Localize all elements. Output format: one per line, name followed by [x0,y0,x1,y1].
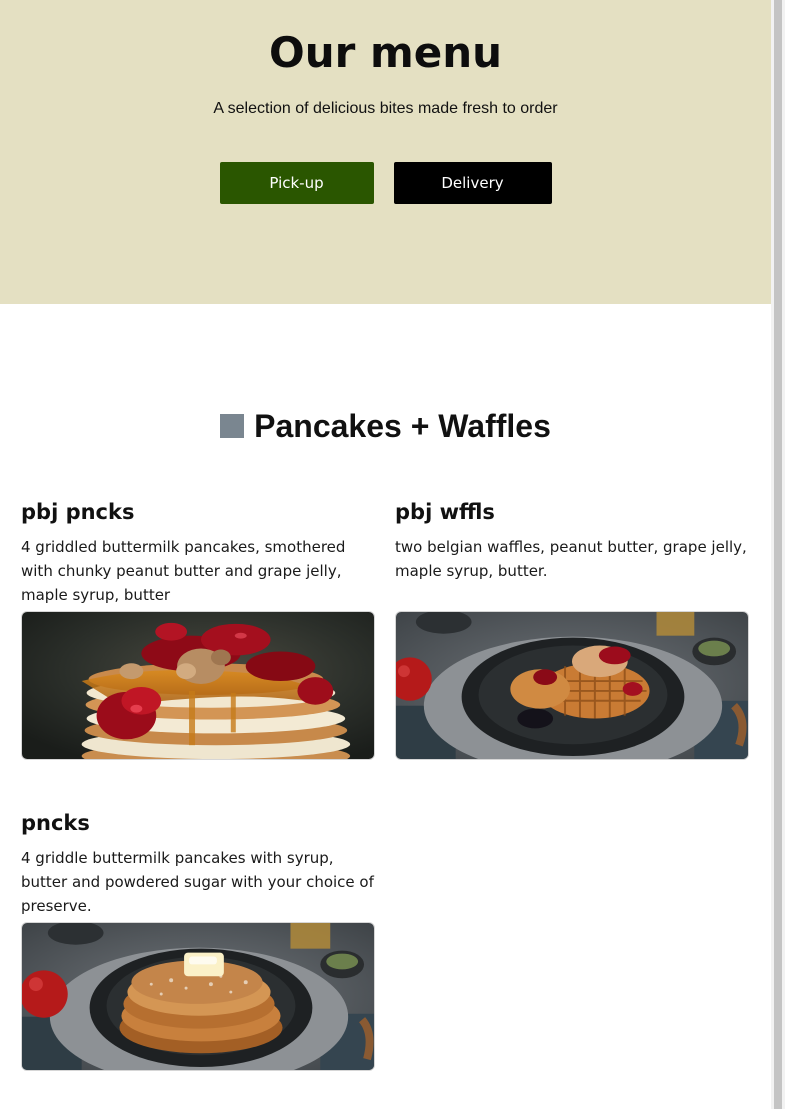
pickup-button[interactable]: Pick-up [219,162,374,204]
hero-banner: Our menu A selection of delicious bites … [0,0,771,304]
menu-items-grid: pbj pncks 4 griddled buttermilk pancakes… [21,499,750,1071]
menu-page: Our menu A selection of delicious bites … [0,0,771,1109]
pancake-stack-with-jelly-photo[interactable] [21,611,375,760]
delivery-button[interactable]: Delivery [393,162,552,204]
item-name: pbj wffls [395,500,495,524]
page-title: Our menu [269,28,502,77]
square-icon [220,414,245,438]
menu-item-pncks[interactable]: pncks 4 griddle buttermilk pancakes with… [21,810,375,1071]
page-subtitle: A selection of delicious bites made fres… [213,100,558,117]
section-title: Pancakes + Waffles [254,407,551,444]
scrollbar-thumb[interactable] [774,0,782,1109]
item-description: 4 griddled buttermilk pancakes, smothere… [21,538,346,604]
item-description: 4 griddle buttermilk pancakes with syrup… [21,849,374,915]
menu-item-pbj-pncks[interactable]: pbj pncks 4 griddled buttermilk pancakes… [21,499,375,760]
item-name: pncks [21,811,90,835]
page-scrollbar[interactable] [771,0,785,1109]
item-description: two belgian waffles, peanut butter, grap… [395,538,747,580]
pancakes-waffles-section: Pancakes + Waffles pbj pncks 4 griddled … [0,304,771,1071]
menu-item-pbj-wffls[interactable]: pbj wffls two belgian waffles, peanut bu… [395,499,749,760]
waffles-on-plate-photo[interactable] [395,611,749,760]
item-name: pbj pncks [21,500,135,524]
section-heading: Pancakes + Waffles [21,406,750,446]
pancakes-on-plate-photo[interactable] [21,922,375,1071]
order-type-buttons: Pick-up Delivery [0,162,771,204]
